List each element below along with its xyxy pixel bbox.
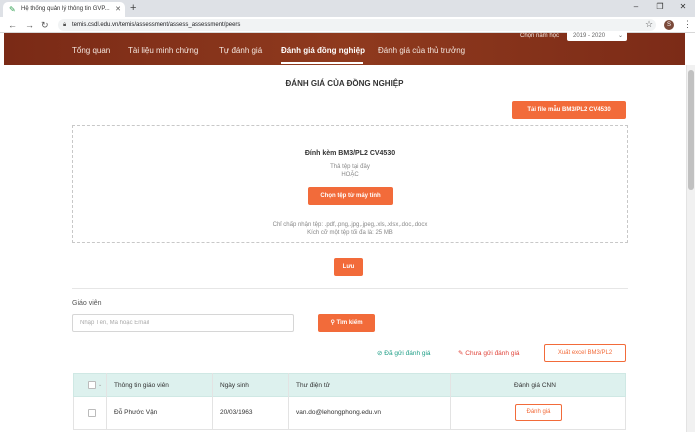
url-text: temis.csdl.edu.vn/temis/assessment/asses… [72,22,241,28]
upload-title: Đính kèm BM3/PL2 CV4530 [304,150,396,157]
or-text: HOẶC [341,172,359,178]
max-size-text: Kích cỡ một tệp tối đa là: 25 MB [307,230,393,236]
col-teacher-info: Thông tin giáo viên [114,382,169,389]
teacher-label: Giáo viên [72,300,102,307]
teacher-dob: 20/03/1963 [220,409,253,416]
legend-sent-label: Đã gửi đánh giá [384,350,431,357]
drop-hint: Thả tệp tại đây [330,164,370,170]
browser-tab-bar: ✎ Hệ thống quản lý thông tin GVP... ✕ + … [0,0,695,17]
table-row: Đỗ Phước Vận 20/03/1963 van.do@lehongpho… [73,397,626,430]
save-button[interactable]: Lưu [334,258,363,276]
forward-icon[interactable]: → [25,19,34,31]
reload-icon[interactable]: ↻ [41,19,49,31]
file-drop-zone[interactable]: Đính kèm BM3/PL2 CV4530 Thả tệp tại đây … [72,125,628,243]
table-header: ⌄ Thông tin giáo viên Ngày sinh Thư điện… [73,373,626,397]
col-dob: Ngày sinh [220,382,249,389]
close-tab-icon[interactable]: ✕ [115,2,121,17]
legend-not-sent: ✎ Chưa gửi đánh giá [458,349,520,357]
profile-avatar[interactable]: S [664,20,674,30]
app-nav-bar: Chọn năm học 2019 - 2020 ⌄ Tổng quan Tài… [4,31,685,65]
chevron-down-icon: ⌄ [617,33,623,39]
minimize-icon[interactable]: – [630,2,642,11]
close-window-icon[interactable]: ✕ [677,2,689,11]
year-select[interactable]: 2019 - 2020 ⌄ [567,31,627,41]
site-favicon-icon: ✎ [9,5,16,14]
teacher-name: Đỗ Phước Vận [114,409,158,416]
page-scrollbar[interactable] [686,65,695,432]
accepted-types-text: Chỉ chấp nhận tệp: .pdf,.png,.jpg,.jpeg,… [272,222,428,228]
year-label: Chọn năm học [520,33,560,39]
edit-pen-icon: ✎ [458,350,464,357]
column-divider [106,373,107,430]
browser-menu-icon[interactable]: ⋮ [683,19,692,30]
check-circle-icon: ⊘︎ [377,350,383,357]
search-button[interactable]: ⚲ Tìm kiếm [318,314,375,332]
legend-sent: ⊘︎ Đã gửi đánh giá [377,349,431,357]
search-button-label: Tìm kiếm [336,320,363,326]
section-divider [72,288,628,289]
nav-peer-assessment[interactable]: Đánh giá đồng nghiệp [281,46,365,55]
teacher-search-input[interactable] [72,314,294,332]
column-divider [288,373,289,430]
column-divider [450,373,451,430]
nav-evidence-docs[interactable]: Tài liệu minh chứng [128,46,198,55]
page-title: ĐÁNH GIÁ CỦA ĐỒNG NGHIỆP [285,79,404,88]
legend-not-sent-label: Chưa gửi đánh giá [465,350,520,357]
teacher-email: van.do@lehongphong.edu.vn [296,409,382,416]
new-tab-icon[interactable]: + [130,1,136,15]
chevron-down-icon[interactable]: ⌄ [98,382,102,388]
year-value: 2019 - 2020 [573,33,606,39]
restore-icon[interactable]: ❐ [654,2,666,11]
url-field[interactable]: 🔒︎ temis.csdl.edu.vn/temis/assessment/as… [58,19,656,31]
nav-principal-assessment[interactable]: Đánh giá của thủ trưởng [378,46,465,55]
active-tab-indicator [281,62,363,64]
lock-icon: 🔒︎ [63,22,67,28]
back-icon[interactable]: ← [8,19,17,31]
col-email: Thư điện tử [296,382,330,389]
browser-tab[interactable]: ✎ Hệ thống quản lý thông tin GVP... ✕ [3,2,125,17]
scrollbar-thumb[interactable] [688,70,694,190]
col-peer-eval: Đánh giá CNN [514,382,556,389]
evaluate-button[interactable]: Đánh giá [515,404,562,421]
select-all-checkbox[interactable] [88,381,96,389]
column-divider [212,373,213,430]
export-excel-button[interactable]: Xuất excel BM3/PL2 [544,344,626,362]
bookmark-star-icon[interactable]: ☆ [645,19,653,30]
download-template-button[interactable]: Tải file mẫu BM3/PL2 CV4530 [512,101,626,119]
row-checkbox[interactable] [88,409,96,417]
nav-overview[interactable]: Tổng quan [72,46,110,55]
choose-file-button[interactable]: Chọn tệp từ máy tính [308,187,393,205]
nav-self-assessment[interactable]: Tự đánh giá [219,46,262,55]
tab-title: Hệ thống quản lý thông tin GVP... [21,6,110,12]
